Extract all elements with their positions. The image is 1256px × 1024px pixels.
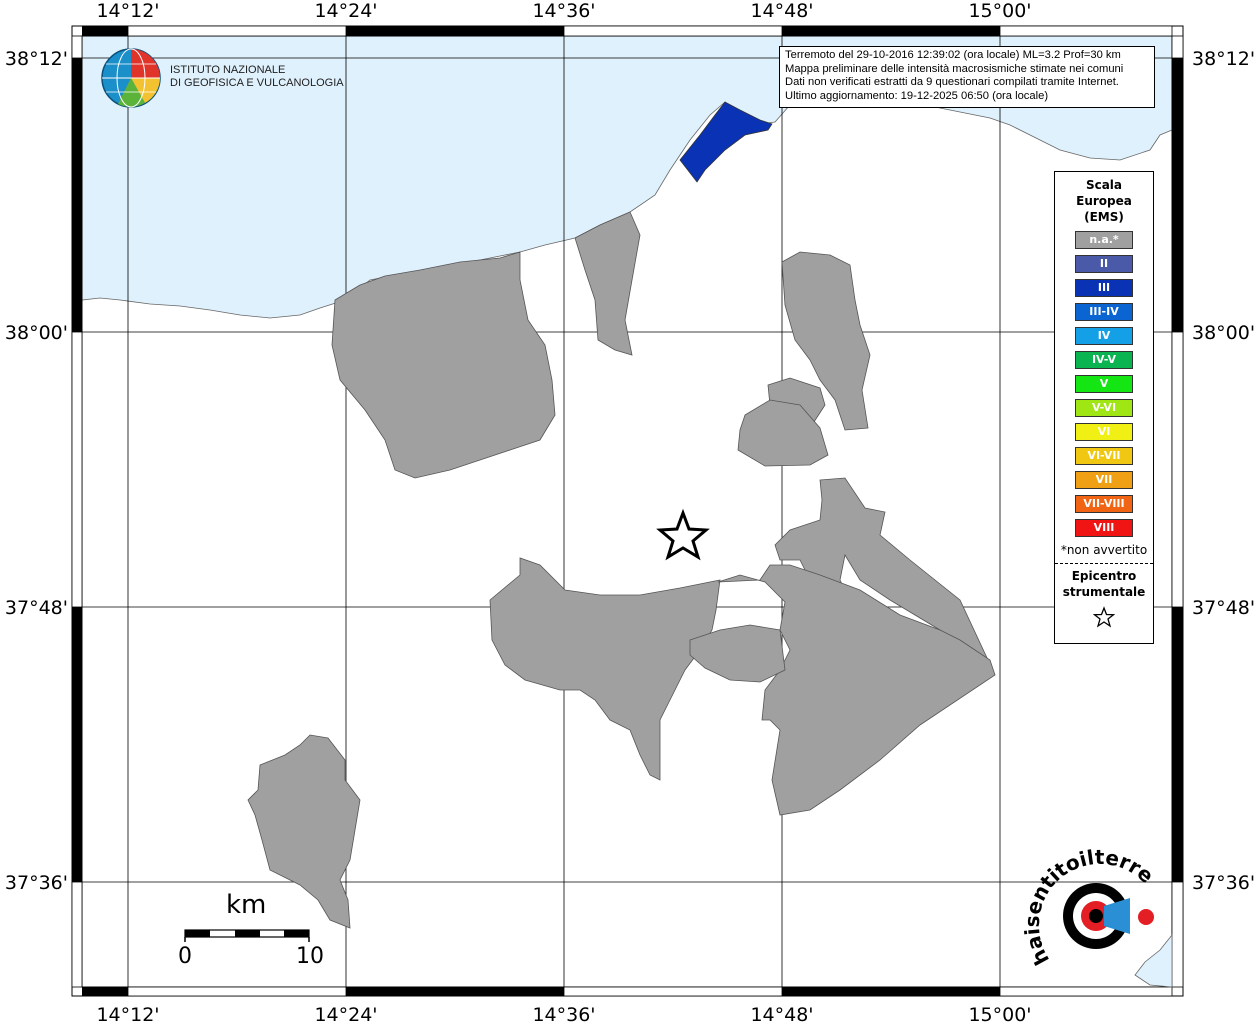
legend-separator <box>1055 563 1153 564</box>
legend-item: II <box>1075 255 1133 273</box>
event-info-line1: Terremoto del 29-10-2016 12:39:02 (ora l… <box>785 49 1121 61</box>
lon-tick-top-2: 14°24' <box>314 0 377 22</box>
event-info-line3: Dati non verificati estratti da 9 questi… <box>785 76 1119 88</box>
lon-tick-bottom-5: 15°00' <box>968 1004 1031 1024</box>
scale-bar <box>184 929 310 942</box>
lat-tick-right-4: 37°36' <box>1192 872 1255 894</box>
lon-tick-top-3: 14°36' <box>532 0 595 22</box>
ingv-logo-line1: ISTITUTO NAZIONALE <box>170 64 286 76</box>
na-areas <box>247 211 996 929</box>
legend-item: VI <box>1075 423 1133 441</box>
lon-tick-bottom-1: 14°12' <box>96 1004 159 1024</box>
ems-legend: Scala Europea (EMS) n.a.* II III III-IV IV IV… <box>1054 171 1154 644</box>
lat-tick-left-3: 37°48' <box>5 597 68 619</box>
legend-item: IV-V <box>1075 351 1133 369</box>
ingv-globe-icon <box>101 48 161 108</box>
legend-item: V <box>1075 375 1133 393</box>
legend-note: *non avvertito <box>1060 543 1148 557</box>
legend-title-line3: (EMS) <box>1084 210 1124 224</box>
legend-item: V-VI <box>1075 399 1133 417</box>
legend-item: IV <box>1075 327 1133 345</box>
scale-unit: km <box>226 890 267 920</box>
ingv-logo-text: ISTITUTO NAZIONALE DI GEOFISICA E VULCAN… <box>170 64 344 90</box>
event-info-box: Terremoto del 29-10-2016 12:39:02 (ora l… <box>779 46 1155 108</box>
sea-area-bottom-right <box>1134 933 1173 988</box>
lon-tick-bottom-4: 14°48' <box>750 1004 813 1024</box>
scale-max-label: 10 <box>296 944 324 969</box>
scale-min-label: 0 <box>178 944 192 969</box>
legend-item: VIII <box>1075 519 1133 537</box>
epicentre-star <box>656 508 710 561</box>
lon-tick-top-1: 14°12' <box>96 0 159 22</box>
legend-star-icon <box>1093 606 1115 628</box>
legend-epicentre-line2: strumentale <box>1062 585 1146 599</box>
legend-item: n.a.* <box>1075 231 1133 249</box>
legend-item: III <box>1075 279 1133 297</box>
legend-title: Scala Europea (EMS) <box>1055 177 1153 225</box>
lat-tick-left-2: 38°00' <box>5 322 68 344</box>
legend-epicentre-line1: Epicentro <box>1071 569 1137 583</box>
lon-tick-top-4: 14°48' <box>750 0 813 22</box>
lon-tick-bottom-3: 14°36' <box>532 1004 595 1024</box>
lon-tick-bottom-2: 14°24' <box>314 1004 377 1024</box>
lat-tick-left-1: 38°12' <box>5 48 68 70</box>
lat-tick-left-4: 37°36' <box>5 872 68 894</box>
lat-tick-right-1: 38°12' <box>1192 48 1255 70</box>
legend-title-line1: Scala <box>1085 178 1123 192</box>
event-info-line2: Mappa preliminare delle intensità macros… <box>785 62 1124 75</box>
legend-title-line2: Europea <box>1076 194 1132 208</box>
legend-item: VII-VIII <box>1075 495 1133 513</box>
lat-tick-right-2: 38°00' <box>1192 322 1255 344</box>
ingv-logo-line2: DI GEOFISICA E VULCANOLOGIA <box>170 77 344 89</box>
lon-tick-top-5: 15°00' <box>968 0 1031 22</box>
legend-item: VII <box>1075 471 1133 489</box>
legend-item: III-IV <box>1075 303 1133 321</box>
legend-item: VI-VII <box>1075 447 1133 465</box>
legend-epicentre-label: Epicentro strumentale <box>1055 568 1153 600</box>
legend-items: n.a.* II III III-IV IV IV-V V V-VI VI VI-VII VII VI… <box>1055 231 1153 537</box>
event-info-line4: Ultimo aggiornamento: 19-12-2025 06:50 (… <box>785 89 1049 102</box>
lat-tick-right-3: 37°48' <box>1192 597 1255 619</box>
